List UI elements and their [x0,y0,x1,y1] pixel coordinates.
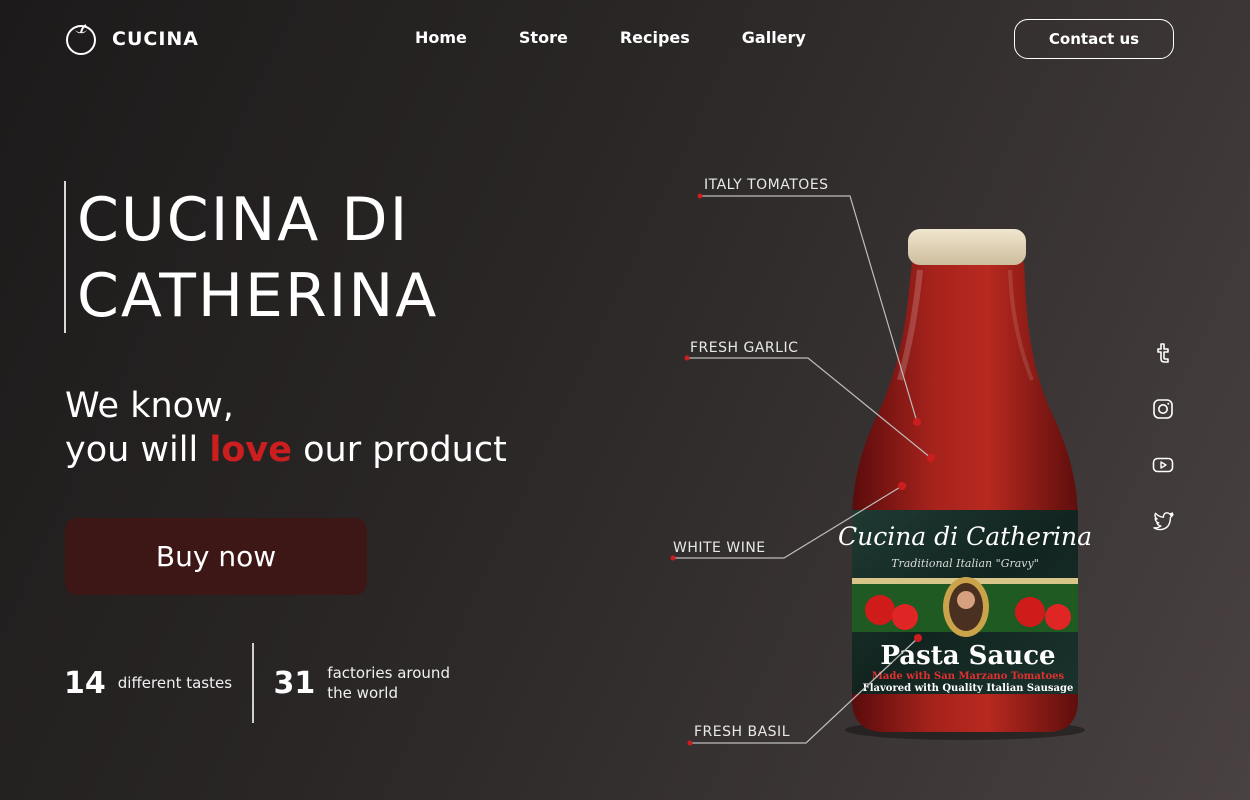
label-brand: Cucina di Catherina [838,522,1092,551]
instagram-icon[interactable] [1150,396,1176,422]
tagline-love: love [209,430,292,470]
annotation-fresh-basil: FRESH BASIL [694,724,790,740]
main-nav: Home Store Recipes Gallery [415,28,858,47]
stat-number: 31 [273,665,316,701]
annotation-white-wine: WHITE WINE [673,540,766,556]
label-line-2: Flavored with Quality Italian Sausage [863,683,1074,694]
annotation-italy-tomatoes: ITALY TOMATOES [704,177,829,193]
tumblr-icon[interactable] [1150,340,1176,366]
nav-recipes[interactable]: Recipes [620,28,690,47]
tagline: We know, you will love our product [65,384,507,472]
social-links [1150,340,1176,534]
stat-divider [252,643,254,723]
logo-text: CUCINA [112,28,199,50]
nav-store[interactable]: Store [519,28,568,47]
title-line-1: CUCINA DI [77,185,410,255]
contact-us-button[interactable]: Contact us [1014,19,1174,59]
stat-tastes: 14 different tastes [64,666,232,701]
stat-number: 14 [64,665,106,701]
tagline-line-2: you will love our product [65,428,507,472]
nav-gallery[interactable]: Gallery [742,28,806,47]
title-line-2: CATHERINA [77,261,439,331]
tagline-post: our product [291,430,507,470]
nav-home[interactable]: Home [415,28,467,47]
stat-label: different tastes [117,674,233,692]
tagline-line-1: We know, [65,386,234,426]
tomato-icon [66,24,96,55]
twitter-icon[interactable] [1150,508,1176,534]
label-product-name: Pasta Sauce [880,641,1055,671]
page-title: CUCINA DI CATHERINA [77,182,438,334]
tagline-pre: you will [65,430,210,470]
label-subtitle: Traditional Italian "Gravy" [891,557,1039,570]
buy-now-button[interactable]: Buy now [65,518,367,595]
stat-label: factories around the world [327,664,450,702]
annotation-lines [673,195,932,744]
sauce-bottle: Cucina di Catherina Traditional Italian … [838,229,1092,732]
annotation-fresh-garlic: FRESH GARLIC [690,340,799,356]
stat-factories: 31 factories around the world [274,663,450,703]
logo[interactable]: CUCINA [64,22,199,56]
title-accent-bar [64,181,66,333]
stats: 14 different tastes 31 factories around t… [64,643,450,723]
youtube-icon[interactable] [1150,452,1176,478]
label-line-1: Made with San Marzano Tomatoes [872,671,1065,682]
